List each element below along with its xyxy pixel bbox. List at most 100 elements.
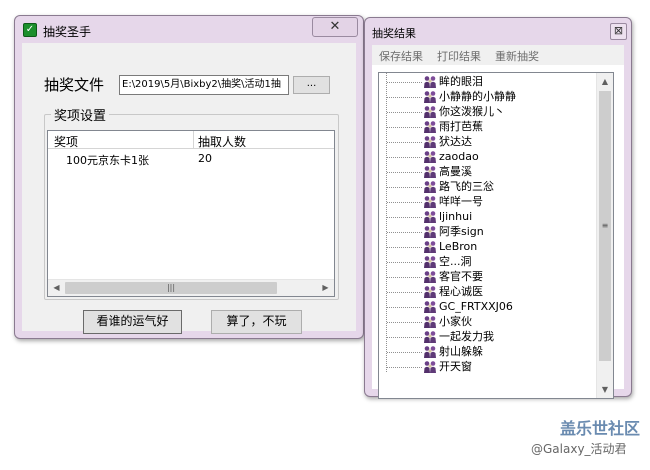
users-icon: [423, 255, 437, 269]
winner-name: 路飞的三忩: [439, 180, 494, 193]
close-button[interactable]: ✕: [312, 17, 358, 37]
horizontal-scrollbar[interactable]: ◀ ||| ▶: [48, 279, 334, 296]
tree-branch: [387, 352, 422, 353]
main-titlebar[interactable]: ✓ 抽奖圣手 ✕: [15, 16, 363, 43]
close-icon: ⊠: [613, 24, 624, 37]
winner-name: 射山躲躲: [439, 345, 483, 358]
tree-branch: [387, 172, 422, 173]
list-item[interactable]: 眸的眼泪: [379, 75, 599, 90]
winner-name: 客官不要: [439, 270, 483, 283]
scroll-right-icon[interactable]: ▶: [317, 280, 334, 296]
tree-branch: [387, 322, 422, 323]
list-item[interactable]: 小家伙: [379, 315, 599, 330]
quit-button[interactable]: 算了，不玩: [211, 310, 302, 334]
menu-redraw[interactable]: 重新抽奖: [495, 48, 539, 64]
scrollbar-thumb[interactable]: |||: [65, 282, 277, 294]
watermark-community: 盖乐世社区: [560, 419, 641, 438]
main-client: 抽奖文件 E:\2019\5月\Bixby2\抽奖\活动1抽 ... 奖项设置 …: [22, 43, 356, 334]
menu-print-results[interactable]: 打印结果: [437, 48, 481, 64]
winner-name: 咩咩一号: [439, 195, 483, 208]
main-window-title: 抽奖圣手: [43, 25, 92, 39]
scroll-down-icon[interactable]: ▼: [597, 381, 613, 398]
scroll-up-icon[interactable]: ▲: [597, 73, 613, 90]
scrollbar-thumb[interactable]: ≡: [599, 91, 611, 361]
winner-name: 你这泼猴儿丶: [439, 105, 505, 118]
users-icon: [423, 195, 437, 209]
users-icon: [423, 345, 437, 359]
menu-save-results[interactable]: 保存结果: [379, 48, 423, 64]
list-item[interactable]: 射山躲躲: [379, 345, 599, 360]
users-icon: [423, 225, 437, 239]
column-header-prize[interactable]: 奖项: [54, 133, 78, 150]
winner-name: 小静静的小静静: [439, 90, 516, 103]
list-item[interactable]: 高曼溪: [379, 165, 599, 180]
winner-name: LeBron: [439, 240, 478, 253]
users-icon: [423, 360, 437, 374]
scroll-left-icon[interactable]: ◀: [48, 280, 65, 296]
tree-branch: [387, 277, 422, 278]
result-titlebar[interactable]: 抽奖结果 ⊠: [365, 18, 631, 45]
list-item[interactable]: LeBron: [379, 240, 599, 255]
tree-branch: [387, 337, 422, 338]
users-icon: [423, 105, 437, 119]
list-item[interactable]: 阿季sign: [379, 225, 599, 240]
tree-branch: [387, 262, 422, 263]
winner-name: 程心诚医: [439, 285, 483, 298]
tree-branch: [387, 97, 422, 98]
winner-name: GC_FRTXXJ06: [439, 300, 513, 313]
column-separator[interactable]: [193, 131, 194, 149]
list-item[interactable]: ljinhui: [379, 210, 599, 225]
table-row[interactable]: 100元京东卡1张 20: [48, 151, 334, 167]
winner-name: 一起发力我: [439, 330, 494, 343]
winner-name: 眸的眼泪: [439, 75, 483, 88]
tree-branch: [387, 307, 422, 308]
tree-branch: [387, 127, 422, 128]
prize-list[interactable]: 奖项 抽取人数 100元京东卡1张 20 ◀ ||| ▶: [47, 130, 335, 297]
list-item[interactable]: 客官不要: [379, 270, 599, 285]
result-window: 抽奖结果 ⊠ 保存结果 打印结果 重新抽奖 眸的眼泪小静静的小静静 你这泼猴儿丶雨…: [364, 17, 632, 399]
tree-branch: [387, 367, 422, 368]
list-item[interactable]: 开天窗: [379, 360, 599, 375]
users-icon: [423, 120, 437, 134]
list-item[interactable]: 咩咩一号: [379, 195, 599, 210]
tree-branch: [387, 232, 422, 233]
list-item[interactable]: 你这泼猴儿丶: [379, 105, 599, 120]
column-header-count[interactable]: 抽取人数: [198, 133, 246, 150]
file-label: 抽奖文件: [44, 76, 105, 94]
tree-branch: [387, 247, 422, 248]
main-window: ✓ 抽奖圣手 ✕ 抽奖文件 E:\2019\5月\Bixby2\抽奖\活动1抽 …: [14, 15, 364, 339]
list-item[interactable]: 小静静的小静静: [379, 90, 599, 105]
result-close-button[interactable]: ⊠: [610, 23, 627, 40]
winner-name: 犾达达: [439, 135, 472, 148]
list-item[interactable]: 空...洞: [379, 255, 599, 270]
users-icon: [423, 270, 437, 284]
draw-button[interactable]: 看谁的运气好: [83, 310, 182, 334]
users-icon: [423, 135, 437, 149]
list-item[interactable]: 一起发力我: [379, 330, 599, 345]
grip-icon: ≡: [601, 221, 609, 230]
list-item[interactable]: GC_FRTXXJ06: [379, 300, 599, 315]
result-menubar: 保存结果 打印结果 重新抽奖: [372, 45, 624, 65]
list-item[interactable]: 程心诚医: [379, 285, 599, 300]
app-icon: ✓: [23, 23, 37, 37]
list-item[interactable]: 雨打芭蕉: [379, 120, 599, 135]
winner-name: 开天窗: [439, 360, 472, 373]
winners-tree[interactable]: 眸的眼泪小静静的小静静 你这泼猴儿丶雨打芭蕉 犾达达 zaodao 高曼溪路飞的三忩咩咩…: [378, 72, 614, 399]
list-item[interactable]: zaodao: [379, 150, 599, 165]
winner-name: zaodao: [439, 150, 479, 163]
list-item[interactable]: 犾达达: [379, 135, 599, 150]
users-icon: [423, 240, 437, 254]
tree-branch: [387, 157, 422, 158]
tree-branch: [387, 187, 422, 188]
winner-name: 高曼溪: [439, 165, 472, 178]
prize-cell: 100元京东卡1张: [66, 154, 149, 167]
tree-branch: [387, 217, 422, 218]
users-icon: [423, 330, 437, 344]
users-icon: [423, 285, 437, 299]
browse-button[interactable]: ...: [293, 76, 330, 94]
vertical-scrollbar[interactable]: ▲ ≡ ▼: [596, 73, 613, 398]
watermark-handle: @Galaxy_活动君: [531, 442, 627, 456]
list-item[interactable]: 路飞的三忩: [379, 180, 599, 195]
winner-name: 空...洞: [439, 255, 472, 268]
file-path-input[interactable]: E:\2019\5月\Bixby2\抽奖\活动1抽: [119, 75, 289, 95]
